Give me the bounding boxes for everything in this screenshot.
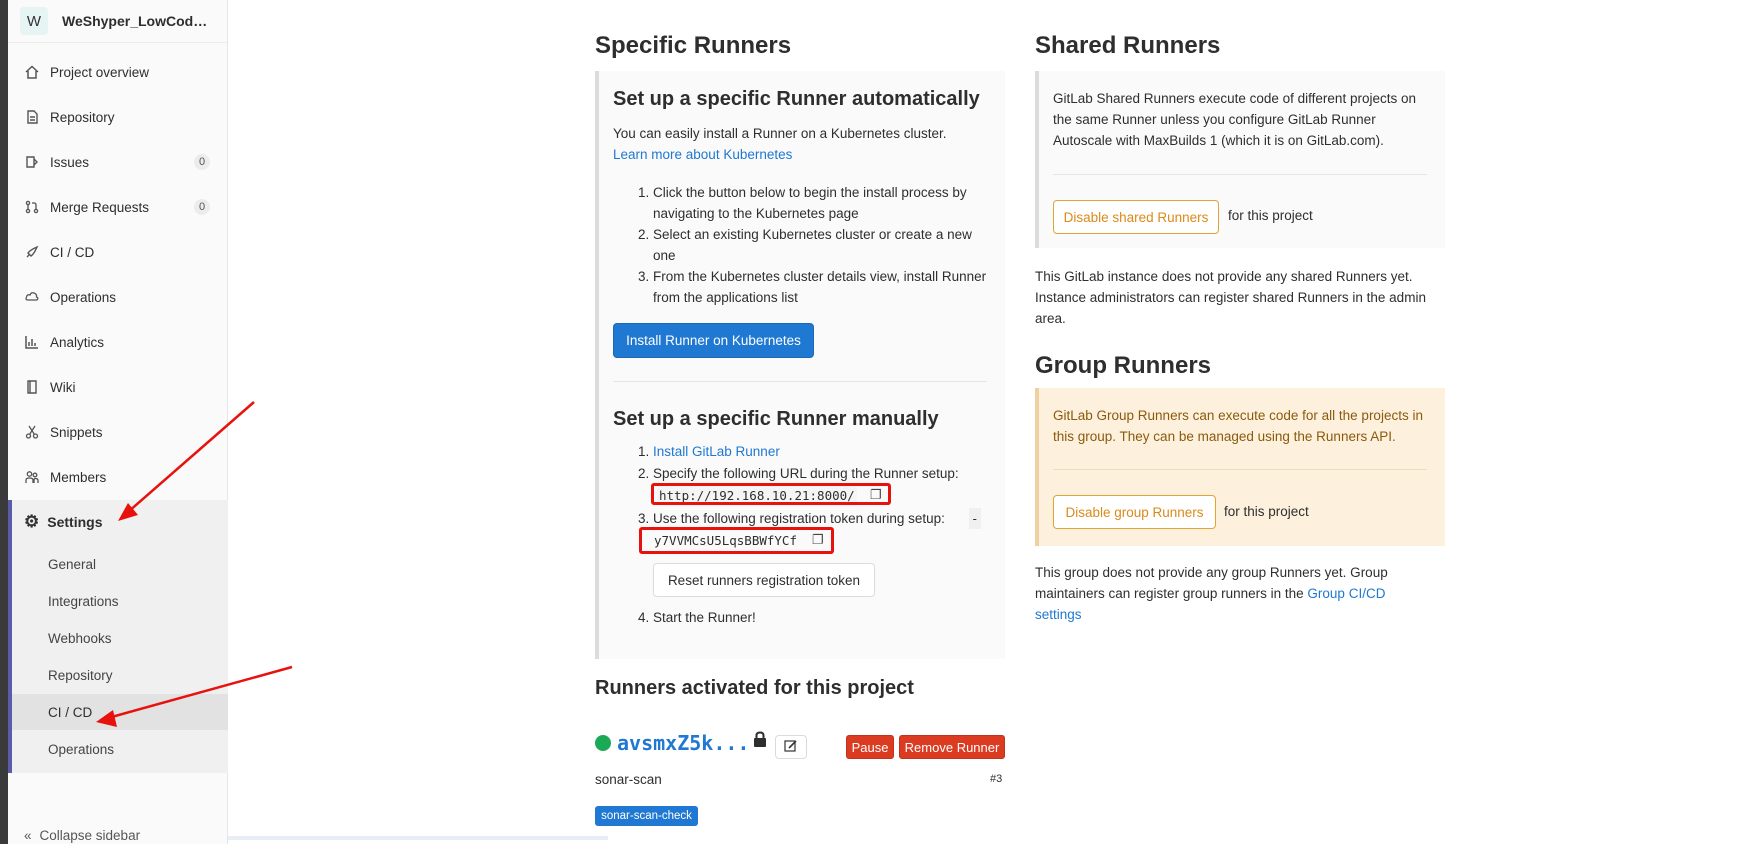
divider bbox=[613, 381, 987, 382]
group-runners-info: GitLab Group Runners can execute code fo… bbox=[1053, 408, 1423, 444]
url-highlight-box bbox=[651, 483, 891, 505]
lock-icon bbox=[753, 731, 767, 753]
manual-setup-title: Set up a specific Runner manually bbox=[613, 408, 939, 430]
runner-id: #3 bbox=[990, 773, 1003, 785]
shared-runners-note: This GitLab instance does not provide an… bbox=[1035, 269, 1426, 326]
specific-runners-title: Specific Runners bbox=[595, 32, 792, 59]
auto-step-2: Select an existing Kubernetes cluster or… bbox=[653, 227, 972, 263]
manual-step-number: 1. bbox=[638, 444, 650, 459]
learn-kubernetes-link[interactable]: Learn more about Kubernetes bbox=[613, 144, 792, 165]
manual-step-4: Start the Runner! bbox=[653, 610, 756, 625]
manual-step-2: Specify the following URL during the Run… bbox=[653, 466, 959, 481]
group-for-project-label: for this project bbox=[1224, 504, 1309, 519]
auto-step-number: 1. bbox=[638, 185, 650, 200]
edit-runner-button[interactable] bbox=[775, 735, 807, 759]
edit-icon bbox=[784, 739, 798, 756]
install-runner-kubernetes-button[interactable]: Install Runner on Kubernetes bbox=[613, 323, 814, 358]
manual-step-number: 3. bbox=[638, 511, 650, 526]
group-runners-title: Group Runners bbox=[1035, 352, 1212, 379]
auto-step-number: 3. bbox=[638, 269, 650, 284]
manual-step-number: 2. bbox=[638, 466, 650, 481]
divider bbox=[1053, 174, 1427, 175]
runner-description: sonar-scan bbox=[595, 772, 662, 787]
pause-runner-button[interactable]: Pause bbox=[846, 735, 894, 759]
auto-step-3: From the Kubernetes cluster details view… bbox=[653, 269, 987, 305]
install-gitlab-runner-link[interactable]: Install GitLab Runner bbox=[653, 441, 780, 462]
shared-runners-title: Shared Runners bbox=[1035, 32, 1221, 59]
runner-name-link[interactable]: avsmxZ5k... bbox=[617, 731, 749, 755]
group-runners-note: This group does not provide any group Ru… bbox=[1035, 562, 1405, 625]
auto-step-number: 2. bbox=[638, 227, 650, 242]
manual-step-3: Use the following registration token dur… bbox=[653, 511, 945, 526]
remove-runner-button[interactable]: Remove Runner bbox=[899, 735, 1005, 759]
auto-step-1: Click the button below to begin the inst… bbox=[653, 185, 967, 221]
runner-tag: sonar-scan-check bbox=[595, 806, 698, 826]
reset-token-button[interactable]: Reset runners registration token bbox=[653, 563, 875, 597]
runner-status-dot bbox=[595, 735, 611, 751]
shared-for-project-label: for this project bbox=[1228, 208, 1313, 223]
auto-setup-intro: You can easily install a Runner on a Kub… bbox=[613, 126, 947, 141]
auto-setup-title: Set up a specific Runner automatically bbox=[613, 88, 980, 110]
activated-runners-title: Runners activated for this project bbox=[595, 677, 914, 699]
disable-group-runners-button[interactable]: Disable group Runners bbox=[1053, 495, 1216, 529]
manual-step-number: 4. bbox=[638, 610, 650, 625]
divider bbox=[1053, 469, 1427, 470]
shared-runners-info: GitLab Shared Runners execute code of di… bbox=[1053, 91, 1416, 148]
disable-shared-runners-button[interactable]: Disable shared Runners bbox=[1053, 200, 1219, 234]
token-dash: - bbox=[969, 508, 981, 529]
token-highlight-box bbox=[639, 527, 834, 554]
